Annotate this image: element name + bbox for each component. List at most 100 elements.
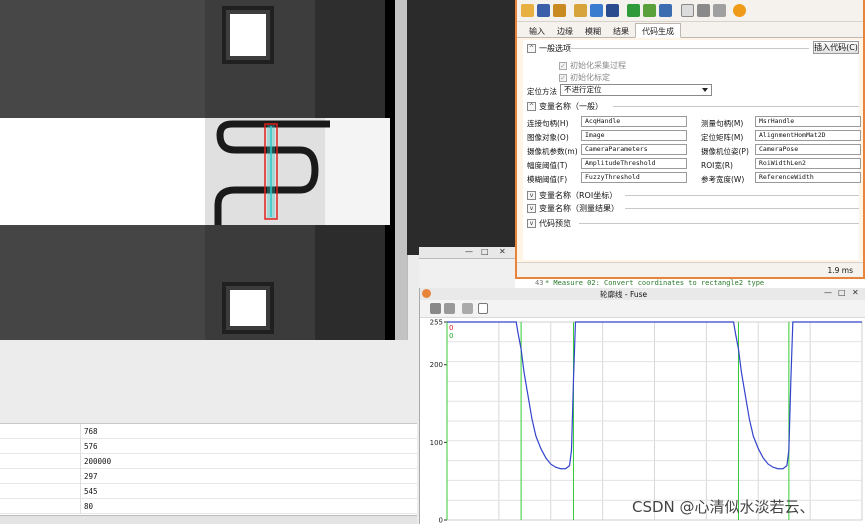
profile-toolbar: [420, 300, 865, 318]
collapse-icon[interactable]: ^: [527, 44, 536, 53]
maximize-icon[interactable]: □: [838, 288, 846, 297]
list-item[interactable]: 576: [0, 439, 417, 454]
code-line: * Measure 02: Convert coordinates to rec…: [545, 279, 765, 287]
measure-assistant-window: 输入 边缘 模糊 结果 代码生成 ^ 一般选项 插入代码(C) ✓ 初始化采集过程 …: [515, 0, 865, 279]
field-label: 图像对象(O): [527, 133, 569, 142]
var-roi-header[interactable]: v 变量名称（ROI坐标）: [527, 190, 617, 201]
pen-icon[interactable]: [627, 4, 640, 17]
dropdown-arrow-icon: [702, 88, 708, 92]
list-tab-strip[interactable]: [0, 515, 417, 524]
tools-icon[interactable]: [713, 4, 726, 17]
elapsed-time: 1.9 ms: [827, 266, 853, 275]
help-icon[interactable]: [733, 4, 746, 17]
list-item[interactable]: 200000: [0, 454, 417, 469]
profile-line-window: 轮廓线 - Fuse — □ ✕ 0 100 200 255 0 0: [419, 288, 865, 524]
tab-fuzzy[interactable]: 模糊: [579, 24, 607, 38]
tab-input[interactable]: 输入: [523, 24, 551, 38]
camera-pose-input[interactable]: CameraPose: [755, 144, 861, 155]
close-icon[interactable]: ✕: [499, 247, 506, 256]
y-tick-label: 0: [439, 517, 443, 524]
init-acq-checkbox[interactable]: ✓ 初始化采集过程: [559, 60, 626, 71]
general-options-header[interactable]: ^ 一般选项: [527, 43, 571, 54]
acq-handle-input[interactable]: AcqHandle: [581, 116, 687, 127]
tab-result[interactable]: 结果: [607, 24, 635, 38]
clear-icon[interactable]: [462, 303, 473, 314]
list-item[interactable]: 768: [0, 424, 417, 439]
save-icon[interactable]: [537, 4, 550, 17]
profile-title: 轮廓线 - Fuse: [600, 290, 648, 299]
status-bar: 1.9 ms: [517, 262, 863, 277]
codegen-panel: ^ 一般选项 插入代码(C) ✓ 初始化采集过程 ✓ 初始化标定 定位方法 不进行定位…: [523, 40, 861, 260]
image-viewer[interactable]: [0, 0, 407, 340]
profile-chart: 010020025500: [430, 319, 863, 524]
clear-icon[interactable]: [697, 4, 710, 17]
field-label: 连接句柄(H): [527, 119, 569, 128]
y-tick-label: 100: [430, 439, 443, 447]
mid-window-titlebar: — □ ✕: [419, 247, 515, 259]
edit-icon[interactable]: [643, 4, 656, 17]
alignment-matrix-input[interactable]: AlignmentHomMat2D: [755, 130, 861, 141]
list-value: 576: [84, 442, 98, 451]
expand-icon[interactable]: v: [527, 191, 536, 200]
insert-code-button[interactable]: 插入代码(C): [813, 41, 859, 54]
checkbox-check-icon: ✓: [559, 73, 567, 82]
expand-icon[interactable]: v: [527, 219, 536, 228]
value-list: 768 576 200000 297 545 80: [0, 424, 417, 515]
document-icon[interactable]: [681, 4, 694, 17]
expand-icon[interactable]: v: [527, 204, 536, 213]
edit-icon[interactable]: [444, 303, 455, 314]
profile-titlebar: 轮廓线 - Fuse — □ ✕: [420, 288, 865, 300]
chart-icon[interactable]: [659, 4, 672, 17]
list-header-area: [0, 340, 417, 424]
camera-icon[interactable]: [590, 4, 603, 17]
load-icon[interactable]: [553, 4, 566, 17]
tab-edge[interactable]: 边缘: [551, 24, 579, 38]
background-pane: [407, 0, 515, 255]
reference-width-input[interactable]: ReferenceWidth: [755, 172, 861, 183]
field-label: 测量句柄(M): [701, 119, 744, 128]
minimize-icon[interactable]: —: [465, 247, 473, 256]
amplitude-threshold-input[interactable]: AmplitudeThreshold: [581, 158, 687, 169]
field-label: ROI宽(R): [701, 161, 733, 170]
image-object-input[interactable]: Image: [581, 130, 687, 141]
camera-params-input[interactable]: CameraParameters: [581, 144, 687, 155]
checkbox-check-icon: ✓: [559, 61, 567, 70]
pen-icon[interactable]: [430, 303, 441, 314]
close-icon[interactable]: ✕: [852, 288, 859, 297]
marker-label: 0: [449, 324, 453, 332]
watermark: CSDN @心清似水淡若云、: [632, 498, 815, 516]
folder-icon[interactable]: [574, 4, 587, 17]
tab-codegen[interactable]: 代码生成: [635, 23, 681, 38]
maximize-icon[interactable]: □: [481, 247, 489, 256]
list-value: 297: [84, 472, 98, 481]
field-label: 参考宽度(W): [701, 175, 745, 184]
code-preview-header[interactable]: v 代码预览: [527, 218, 571, 229]
document-icon[interactable]: [478, 303, 488, 314]
settings-icon[interactable]: [606, 4, 619, 17]
position-label: 定位方法: [527, 87, 557, 96]
field-label: 定位矩阵(M): [701, 133, 744, 142]
var-general-header[interactable]: ^ 变量名称（一般）: [527, 101, 603, 112]
minimize-icon[interactable]: —: [824, 288, 832, 297]
field-label: 幅度阈值(T): [527, 161, 568, 170]
list-value: 545: [84, 487, 98, 496]
roi-width-input[interactable]: RoiWidthLen2: [755, 158, 861, 169]
code-editor-strip[interactable]: 43 * Measure 02: Convert coordinates to …: [515, 279, 865, 288]
measure-handle-input[interactable]: MsrHandle: [755, 116, 861, 127]
app-logo-icon: [422, 289, 431, 298]
var-measure-header[interactable]: v 变量名称（测量结果）: [527, 203, 619, 214]
position-method-select[interactable]: 不进行定位: [560, 84, 712, 96]
list-item[interactable]: 297: [0, 469, 417, 484]
list-value: 200000: [84, 457, 112, 466]
profile-plot[interactable]: 0 100 200 255 0 0: [420, 318, 865, 524]
fuzzy-threshold-input[interactable]: FuzzyThreshold: [581, 172, 687, 183]
list-value: 80: [84, 502, 94, 511]
y-tick-label: 255: [430, 319, 443, 327]
collapse-icon[interactable]: ^: [527, 102, 536, 111]
assistant-toolbar: [517, 0, 863, 22]
open-icon[interactable]: [521, 4, 534, 17]
field-label: 摄像机位姿(P): [701, 147, 749, 156]
list-item[interactable]: 80: [0, 499, 417, 514]
init-calib-checkbox[interactable]: ✓ 初始化标定: [559, 72, 610, 83]
list-item[interactable]: 545: [0, 484, 417, 499]
